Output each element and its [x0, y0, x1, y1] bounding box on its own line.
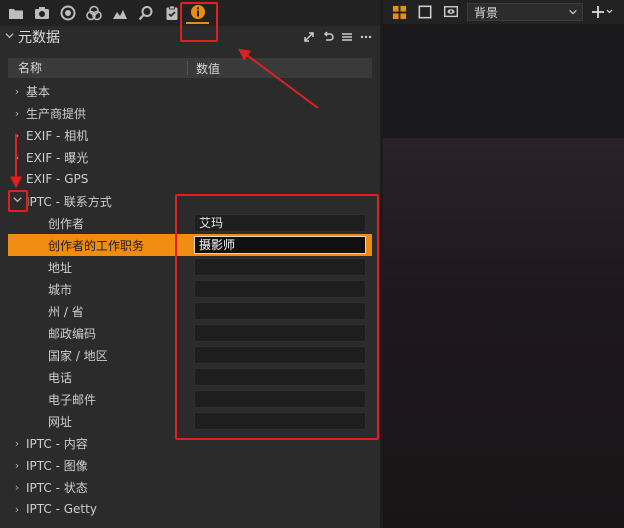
annotation-box-info-tab — [180, 2, 218, 42]
tree-item-iptc-status[interactable]: › IPTC - 状态 — [8, 476, 372, 498]
column-name[interactable]: 名称 — [8, 61, 188, 75]
chevron-right-icon[interactable]: › — [8, 107, 26, 120]
search-icon — [138, 6, 152, 21]
viewer-toolbar: 背景 — [383, 0, 624, 24]
chevron-down-icon[interactable] — [0, 30, 18, 44]
chevron-right-icon[interactable]: › — [8, 173, 26, 186]
image-canvas[interactable] — [383, 138, 624, 528]
tree-item-iptc-image[interactable]: › IPTC - 图像 — [8, 454, 372, 476]
tab-capture[interactable] — [30, 2, 53, 24]
background-select[interactable]: 背景 — [467, 3, 583, 21]
tree-item-manufacturer[interactable]: › 生产商提供 — [8, 102, 372, 124]
preview-button[interactable] — [441, 2, 461, 22]
plus-icon — [592, 6, 613, 18]
color-icon — [85, 5, 102, 21]
tree-item-iptc-getty[interactable]: › IPTC - Getty — [8, 498, 372, 520]
tree-item-exif-exposure[interactable]: › EXIF - 曝光 — [8, 146, 372, 168]
single-view-button[interactable] — [415, 2, 435, 22]
square-icon — [418, 5, 432, 19]
tab-lens[interactable] — [56, 2, 79, 24]
annotation-box-expand — [8, 190, 28, 212]
expand-icon[interactable] — [302, 29, 315, 45]
tab-color[interactable] — [82, 2, 105, 24]
annotation-box-fields — [175, 194, 379, 440]
more-icon[interactable] — [359, 29, 372, 45]
chevron-down-icon — [569, 9, 577, 15]
lens-icon — [60, 5, 75, 21]
folder-icon — [8, 9, 23, 19]
tree-item-exif-gps[interactable]: › EXIF - GPS — [8, 168, 372, 190]
grid-view-button[interactable] — [389, 2, 409, 22]
chevron-right-icon[interactable]: › — [8, 129, 26, 142]
chevron-right-icon[interactable]: › — [8, 481, 26, 494]
chevron-right-icon[interactable]: › — [8, 503, 26, 516]
viewer-area: 背景 — [383, 0, 624, 528]
menu-icon[interactable] — [340, 29, 353, 45]
add-button[interactable] — [589, 2, 615, 22]
eye-icon — [444, 6, 458, 18]
tree-item-basic[interactable]: › 基本 — [8, 80, 372, 102]
chevron-right-icon[interactable]: › — [8, 437, 26, 450]
tab-exposure[interactable] — [108, 2, 131, 24]
camera-icon — [34, 7, 49, 19]
chevron-right-icon[interactable]: › — [8, 85, 26, 98]
tab-details[interactable] — [134, 2, 157, 24]
clipboard-icon — [166, 5, 177, 20]
column-header: 名称 数值 — [8, 58, 372, 78]
tree-item-exif-camera[interactable]: › EXIF - 相机 — [8, 124, 372, 146]
reset-icon[interactable] — [321, 29, 334, 45]
tab-library[interactable] — [4, 2, 27, 24]
grid-icon — [392, 5, 406, 19]
section-title: 元数据 — [18, 30, 60, 46]
chevron-right-icon[interactable]: › — [8, 459, 26, 472]
column-value[interactable]: 数值 — [188, 60, 220, 77]
chevron-right-icon[interactable]: › — [8, 151, 26, 164]
exposure-icon — [112, 10, 127, 19]
